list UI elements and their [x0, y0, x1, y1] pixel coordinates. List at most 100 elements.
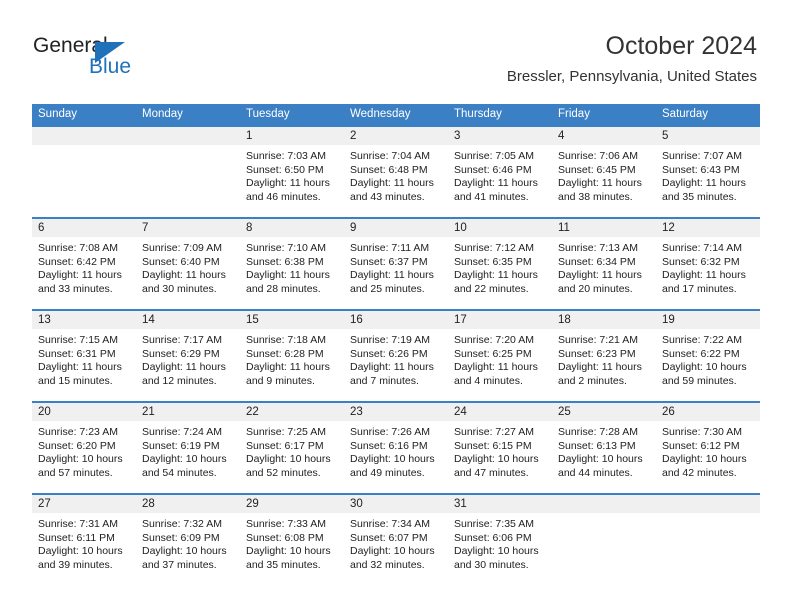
sunset-text: Sunset: 6:28 PM	[246, 347, 324, 360]
sunrise-text: Sunrise: 7:09 AM	[142, 242, 222, 254]
daylight-text-line1: Daylight: 10 hours	[558, 453, 643, 466]
daylight-text-line2: and 37 minutes.	[142, 558, 217, 571]
sunset-text: Sunset: 6:15 PM	[454, 439, 532, 452]
day-number: 15	[246, 314, 259, 326]
sunrise-text: Sunrise: 7:35 AM	[454, 518, 534, 530]
week-daynumber-row: 27 28 29 30 31	[32, 495, 760, 513]
sunrise-text: Sunrise: 7:20 AM	[454, 334, 534, 346]
daylight-text-line1: Daylight: 11 hours	[246, 177, 330, 190]
day-cell: Sunrise: 7:06 AM Sunset: 6:45 PM Dayligh…	[552, 145, 656, 217]
day-cell: Sunrise: 7:20 AM Sunset: 6:25 PM Dayligh…	[448, 329, 552, 401]
sunrise-text: Sunrise: 7:18 AM	[246, 334, 326, 346]
sunset-text: Sunset: 6:40 PM	[142, 255, 220, 268]
daylight-text-line1: Daylight: 10 hours	[142, 453, 227, 466]
sunset-text: Sunset: 6:35 PM	[454, 255, 532, 268]
daylight-text-line1: Daylight: 10 hours	[662, 453, 747, 466]
sunrise-text: Sunrise: 7:06 AM	[558, 150, 638, 162]
sunset-text: Sunset: 6:34 PM	[558, 255, 636, 268]
daylight-text-line2: and 17 minutes.	[662, 282, 737, 295]
day-cell: Sunrise: 7:25 AM Sunset: 6:17 PM Dayligh…	[240, 421, 344, 493]
day-number: 19	[662, 314, 675, 326]
daylight-text-line1: Daylight: 11 hours	[350, 361, 434, 374]
day-cell: Sunrise: 7:17 AM Sunset: 6:29 PM Dayligh…	[136, 329, 240, 401]
sunrise-text: Sunrise: 7:13 AM	[558, 242, 638, 254]
daylight-text-line2: and 52 minutes.	[246, 466, 321, 479]
daylight-text-line1: Daylight: 11 hours	[662, 269, 746, 282]
sunrise-text: Sunrise: 7:33 AM	[246, 518, 326, 530]
week-row: 1 2 3 4 5 Sunrise: 7:03 AM Sunset: 6:50 …	[32, 125, 760, 217]
weekday-header-thursday: Thursday	[454, 108, 502, 120]
daylight-text-line1: Daylight: 11 hours	[246, 269, 330, 282]
weekday-header-row: Sunday Monday Tuesday Wednesday Thursday…	[32, 104, 760, 125]
sunset-text: Sunset: 6:16 PM	[350, 439, 428, 452]
sunset-text: Sunset: 6:19 PM	[142, 439, 220, 452]
sunset-text: Sunset: 6:37 PM	[350, 255, 428, 268]
day-number: 27	[38, 498, 51, 510]
sunset-text: Sunset: 6:13 PM	[558, 439, 636, 452]
daylight-text-line2: and 39 minutes.	[38, 558, 113, 571]
day-number: 31	[454, 498, 467, 510]
sunset-text: Sunset: 6:23 PM	[558, 347, 636, 360]
day-cell: Sunrise: 7:31 AM Sunset: 6:11 PM Dayligh…	[32, 513, 136, 585]
day-number: 10	[454, 222, 467, 234]
day-cell: Sunrise: 7:13 AM Sunset: 6:34 PM Dayligh…	[552, 237, 656, 309]
day-number: 11	[558, 222, 570, 234]
day-number: 22	[246, 406, 259, 418]
day-number	[136, 127, 240, 145]
day-number: 25	[558, 406, 571, 418]
day-number	[32, 127, 136, 145]
daylight-text-line2: and 46 minutes.	[246, 190, 321, 203]
daylight-text-line1: Daylight: 10 hours	[454, 545, 539, 558]
sunrise-text: Sunrise: 7:14 AM	[662, 242, 742, 254]
daylight-text-line2: and 32 minutes.	[350, 558, 425, 571]
day-number	[552, 495, 656, 513]
day-cell: Sunrise: 7:15 AM Sunset: 6:31 PM Dayligh…	[32, 329, 136, 401]
sunset-text: Sunset: 6:43 PM	[662, 163, 740, 176]
daylight-text-line2: and 49 minutes.	[350, 466, 425, 479]
daylight-text-line1: Daylight: 11 hours	[350, 177, 434, 190]
day-cell: Sunrise: 7:33 AM Sunset: 6:08 PM Dayligh…	[240, 513, 344, 585]
week-info-row: Sunrise: 7:15 AM Sunset: 6:31 PM Dayligh…	[32, 329, 760, 401]
daylight-text-line1: Daylight: 11 hours	[38, 269, 122, 282]
daylight-text-line2: and 35 minutes.	[662, 190, 737, 203]
sunrise-text: Sunrise: 7:24 AM	[142, 426, 222, 438]
week-row: 13 14 15 16 17 18 19 Sunrise: 7:15 AM Su…	[32, 309, 760, 401]
weekday-header-tuesday: Tuesday	[246, 108, 290, 120]
week-daynumber-row: 1 2 3 4 5	[32, 127, 760, 145]
daylight-text-line2: and 9 minutes.	[246, 374, 315, 387]
day-cell: Sunrise: 7:32 AM Sunset: 6:09 PM Dayligh…	[136, 513, 240, 585]
sunrise-text: Sunrise: 7:17 AM	[142, 334, 222, 346]
title-block: October 2024 Bressler, Pennsylvania, Uni…	[507, 31, 757, 87]
day-cell: Sunrise: 7:14 AM Sunset: 6:32 PM Dayligh…	[656, 237, 760, 309]
sunrise-text: Sunrise: 7:08 AM	[38, 242, 118, 254]
day-number: 3	[454, 130, 461, 142]
daylight-text-line1: Daylight: 10 hours	[142, 545, 227, 558]
day-cell: Sunrise: 7:18 AM Sunset: 6:28 PM Dayligh…	[240, 329, 344, 401]
week-info-row: Sunrise: 7:03 AM Sunset: 6:50 PM Dayligh…	[32, 145, 760, 217]
daylight-text-line1: Daylight: 11 hours	[142, 269, 226, 282]
sunset-text: Sunset: 6:45 PM	[558, 163, 636, 176]
daylight-text-line2: and 35 minutes.	[246, 558, 321, 571]
sunrise-text: Sunrise: 7:23 AM	[38, 426, 118, 438]
day-number: 18	[558, 314, 571, 326]
sunrise-text: Sunrise: 7:32 AM	[142, 518, 222, 530]
daylight-text-line1: Daylight: 10 hours	[454, 453, 539, 466]
sunrise-sunset-calendar: Sunday Monday Tuesday Wednesday Thursday…	[32, 104, 760, 585]
daylight-text-line2: and 54 minutes.	[142, 466, 217, 479]
daylight-text-line2: and 12 minutes.	[142, 374, 217, 387]
weekday-header-wednesday: Wednesday	[350, 108, 411, 120]
daylight-text-line2: and 42 minutes.	[662, 466, 737, 479]
daylight-text-line1: Daylight: 10 hours	[350, 545, 435, 558]
sunrise-text: Sunrise: 7:12 AM	[454, 242, 534, 254]
day-cell: Sunrise: 7:26 AM Sunset: 6:16 PM Dayligh…	[344, 421, 448, 493]
daylight-text-line1: Daylight: 10 hours	[246, 453, 331, 466]
sunset-text: Sunset: 6:31 PM	[38, 347, 116, 360]
general-blue-logo: General Blue	[33, 34, 213, 82]
sunrise-text: Sunrise: 7:22 AM	[662, 334, 742, 346]
daylight-text-line2: and 22 minutes.	[454, 282, 529, 295]
sunset-text: Sunset: 6:38 PM	[246, 255, 324, 268]
week-row: 6 7 8 9 10 11 12 Sunrise: 7:08 AM Sunset…	[32, 217, 760, 309]
day-cell: Sunrise: 7:04 AM Sunset: 6:48 PM Dayligh…	[344, 145, 448, 217]
daylight-text-line2: and 44 minutes.	[558, 466, 633, 479]
day-number: 6	[38, 222, 45, 234]
